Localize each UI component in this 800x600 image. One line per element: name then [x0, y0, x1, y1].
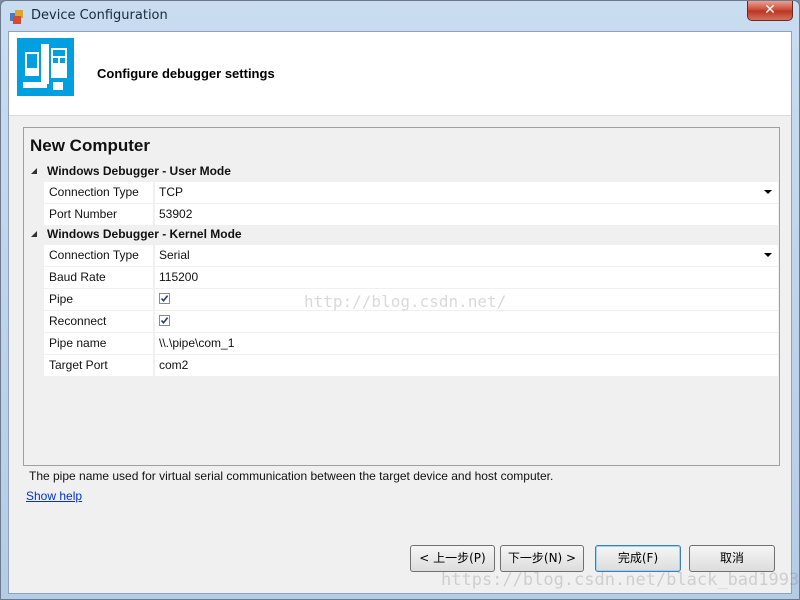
property-value	[155, 289, 778, 310]
collapse-triangle-icon[interactable]	[31, 168, 37, 174]
property-value[interactable]: \\.\pipe\com_1	[155, 333, 778, 354]
property-name: Reconnect	[44, 311, 154, 332]
property-name: Target Port	[44, 355, 154, 376]
watermark-text-bottom: https://blog.csdn.net/black_bad1993	[441, 570, 800, 590]
grid-title: New Computer	[30, 136, 150, 155]
close-button[interactable]: ✕	[747, 1, 793, 21]
property-row-pipe-name[interactable]: Pipe name \\.\pipe\com_1	[44, 333, 778, 355]
dropdown-arrow-icon[interactable]	[764, 190, 772, 194]
window-title: Device Configuration	[31, 8, 168, 23]
property-name: Baud Rate	[44, 267, 154, 288]
property-name: Connection Type	[44, 182, 154, 203]
property-name: Port Number	[44, 204, 154, 225]
cancel-button[interactable]: 取消	[689, 545, 775, 572]
property-grid: New Computer Windows Debugger - User Mod…	[23, 127, 780, 487]
pipe-checkbox[interactable]	[159, 293, 170, 304]
show-help-link[interactable]: Show help	[26, 489, 82, 503]
finish-button[interactable]: 完成(F)	[595, 545, 681, 572]
category-label: Windows Debugger - User Mode	[47, 164, 231, 178]
property-value	[155, 311, 778, 332]
title-bar[interactable]: Device Configuration ✕	[1, 1, 799, 31]
property-row-port-number[interactable]: Port Number 53902	[44, 204, 778, 226]
property-name: Pipe	[44, 289, 154, 310]
property-row-target-port[interactable]: Target Port com2	[44, 355, 778, 377]
property-value[interactable]: 115200	[155, 267, 778, 288]
reconnect-checkbox[interactable]	[159, 315, 170, 326]
property-row-baud-rate[interactable]: Baud Rate 115200	[44, 267, 778, 289]
property-value[interactable]: com2	[155, 355, 778, 376]
header-title: Configure debugger settings	[97, 66, 275, 81]
property-name: Pipe name	[44, 333, 154, 354]
dialog-client-area: Configure debugger settings New Computer…	[8, 31, 799, 594]
category-user-mode[interactable]: Windows Debugger - User Mode	[24, 162, 779, 182]
property-value-dropdown[interactable]: Serial	[155, 245, 778, 266]
property-row-reconnect[interactable]: Reconnect	[44, 311, 778, 333]
next-button[interactable]: 下一步(N) >	[500, 545, 584, 572]
property-value-dropdown[interactable]: TCP	[155, 182, 778, 203]
device-configuration-window: Device Configuration ✕ Configure debugge…	[0, 0, 800, 600]
device-configuration-icon	[17, 38, 74, 96]
back-button[interactable]: < 上一步(P)	[410, 545, 495, 572]
property-description: The pipe name used for virtual serial co…	[23, 465, 780, 487]
app-icon	[10, 9, 24, 24]
category-kernel-mode[interactable]: Windows Debugger - Kernel Mode	[24, 225, 779, 245]
property-name: Connection Type	[44, 245, 154, 266]
dropdown-arrow-icon[interactable]	[764, 253, 772, 257]
property-value[interactable]: 53902	[155, 204, 778, 225]
property-row-connection-type[interactable]: Connection Type TCP	[44, 182, 778, 204]
collapse-triangle-icon[interactable]	[31, 231, 37, 237]
property-row-pipe[interactable]: Pipe	[44, 289, 778, 311]
category-label: Windows Debugger - Kernel Mode	[47, 227, 242, 241]
close-icon: ✕	[764, 2, 776, 18]
property-row-connection-type[interactable]: Connection Type Serial	[44, 245, 778, 267]
wizard-header: Configure debugger settings	[9, 32, 791, 116]
